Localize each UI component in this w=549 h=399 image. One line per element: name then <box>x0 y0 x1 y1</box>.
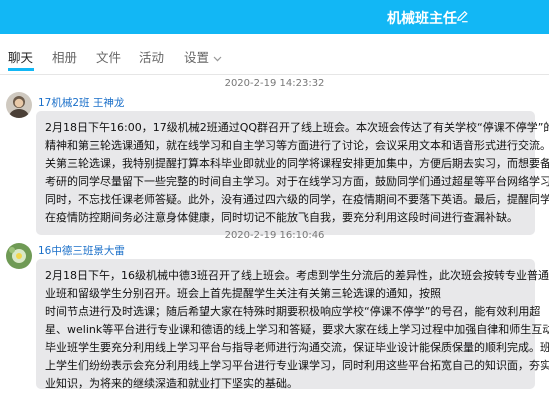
tab-album[interactable]: 相册 <box>52 47 77 66</box>
tab-bar: 聊天 相册 文件 活动 设置 <box>0 34 549 75</box>
active-tab-indicator <box>8 68 34 71</box>
message-line: 业知识，为将来的继续深造和就业打下坚实的基础。 <box>45 377 298 390</box>
message-line: 在疫情防控期间务必注意身体健康，同时切记不能放飞自我，要充分利用这段时间进行查漏… <box>45 211 518 224</box>
tab-settings[interactable]: 设置 <box>184 47 222 66</box>
message-line: 2月18日下午16:00，17级机械2班通过QQ群召开了线上班会。本次班会传达了… <box>45 121 549 134</box>
edit-icon[interactable] <box>456 10 469 23</box>
message-line: 业班和留级学生分别召开。班会上首先提醒学生关注有关第三轮选课的通知，按照 <box>45 287 441 300</box>
message-timestamp: 2020-2-19 16:10:46 <box>224 230 325 241</box>
chevron-down-icon <box>213 56 222 62</box>
message-line: 上学生们纷纷表示会充分利用线上学习平台进行专业课学习，同时利用这些平台拓宽自己的… <box>45 359 549 372</box>
tab-chat[interactable]: 聊天 <box>8 47 33 66</box>
avatar[interactable] <box>6 243 32 269</box>
message-line: 2月18日下午，16级机械中德3班召开了线上班会。考虑到学生分流后的差异性，此次… <box>45 269 549 282</box>
message-line: 时间节点进行及时选课；随后希望大家在特殊时期要积极响应学校“停课不停学”的号召，… <box>45 305 541 318</box>
group-title[interactable]: 机械班主任 <box>387 8 457 28</box>
message-bubble: 2月18日下午，16级机械中德3班召开了线上班会。考虑到学生分流后的差异性，此次… <box>36 259 549 390</box>
tab-activity[interactable]: 活动 <box>139 47 164 66</box>
message-line: 精神和第三轮选课通知，就在线学习和自主学习等方面进行了讨论，会议采用文本和语音形… <box>45 139 549 152</box>
avatar[interactable] <box>6 92 32 118</box>
message-timestamp: 2020-2-19 14:23:32 <box>224 78 325 89</box>
message-line: 毕业班学生要充分利用线上学习平台与指导老师进行沟通交流，保证毕业设计能保质保量的… <box>45 341 549 354</box>
sender-name[interactable]: 17机械2班 王神龙 <box>38 95 124 110</box>
message-line: 考研的同学尽量留下一些完整的时间自主学习。对于在线学习方面，鼓励同学们通过超星等… <box>45 175 549 188</box>
message-line: 关第三轮选课，我特别提醒打算本科毕业即就业的同学将课程安排更加集中，方便后期去实… <box>45 157 549 170</box>
message-bubble: 2月18日下午16:00，17级机械2班通过QQ群召开了线上班会。本次班会传达了… <box>36 111 549 235</box>
tab-settings-label: 设置 <box>184 50 210 65</box>
message-line: 星、welink等平台进行专业课和德语的线上学习和答疑，要求大家在线上学习过程中… <box>45 323 549 336</box>
tab-files[interactable]: 文件 <box>96 47 121 66</box>
avatar-flower-icon <box>6 243 32 269</box>
avatar-portrait-icon <box>6 92 32 118</box>
group-header-bar: 机械班主任 <box>0 0 549 34</box>
message-line: 同时，不忘找任课老师答疑。此外，没有通过四六级的同学，在疫情期间不要落下英语。最… <box>45 193 549 206</box>
sender-name[interactable]: 16中德三班景大雷 <box>38 243 125 258</box>
